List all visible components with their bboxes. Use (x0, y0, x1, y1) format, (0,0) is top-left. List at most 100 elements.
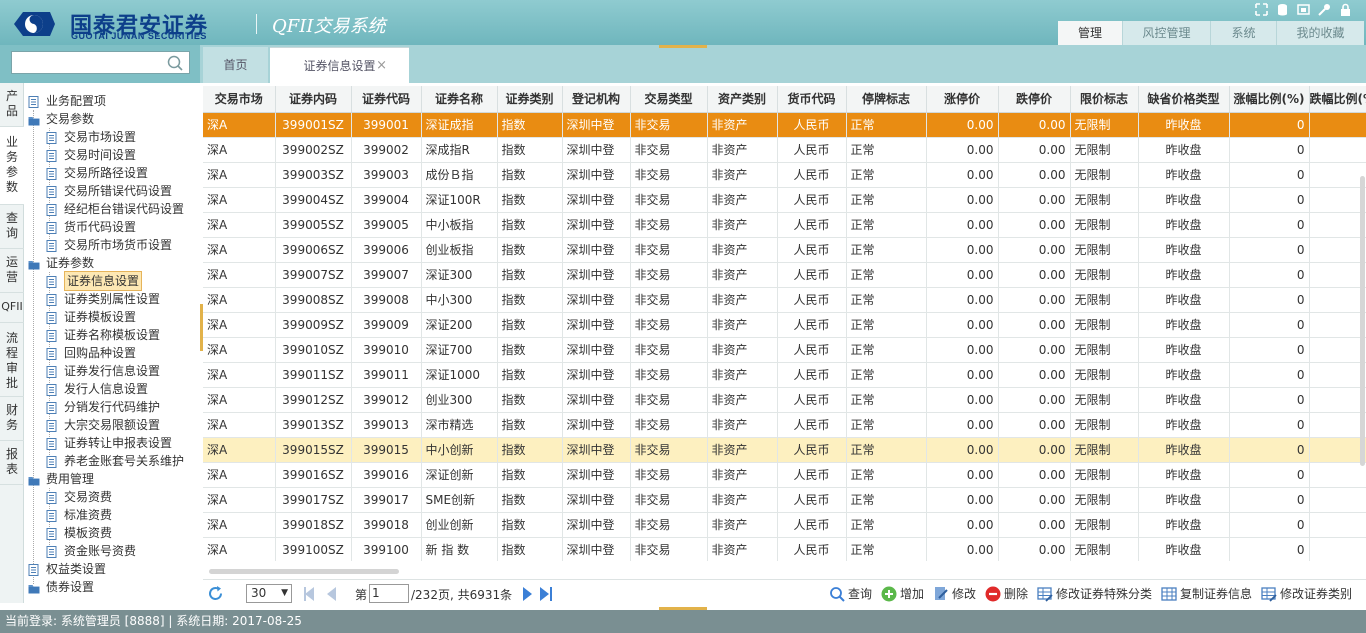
table-row[interactable]: 深A 399005SZ 399005 中小板指 指数 深圳中登 非交易 非资产 人民币 正常 0.0… (203, 212, 1366, 238)
rail-item-query[interactable]: 查询 (0, 205, 24, 249)
tree-item-pension-account[interactable]: 养老金账套号关系维护 (46, 452, 184, 470)
column-header[interactable]: 涨幅比例(%) (1229, 86, 1310, 113)
fullscreen-icon[interactable] (1255, 3, 1268, 16)
tree-item-distribution-code[interactable]: 分销发行代码维护 (46, 398, 160, 416)
table-row[interactable]: 深A 399015SZ 399015 中小创新 指数 深圳中登 非交易 非资产 人民币 正常 0.0… (203, 437, 1366, 463)
tree-item-transfer-report[interactable]: 证券转让申报表设置 (46, 434, 172, 452)
tree-folder-trade-params[interactable]: 交易参数 (28, 110, 94, 128)
tree-folder-fee[interactable]: 费用管理 (28, 470, 94, 488)
first-page-icon[interactable] (305, 587, 314, 601)
column-header[interactable]: 证券名称 (421, 86, 498, 113)
top-nav-favorites[interactable]: 我的收藏 (1276, 21, 1364, 45)
tree-item-trade-time[interactable]: 交易时间设置 (46, 146, 136, 164)
edit-security-type-button[interactable]: 修改证券类别 (1261, 585, 1352, 602)
tree-item-trade-fee[interactable]: 交易资费 (46, 488, 112, 506)
column-header[interactable]: 证券内码 (275, 86, 352, 113)
table-row[interactable]: 深A 399008SZ 399008 中小300 指数 深圳中登 非交易 非资产 人民币 正常 0.… (203, 287, 1366, 313)
add-button[interactable]: 增加 (881, 585, 924, 602)
rail-item-operations[interactable]: 运营 (0, 249, 24, 293)
tree-folder-security-params[interactable]: 证券参数 (28, 254, 94, 272)
column-header[interactable]: 证券代码 (351, 86, 422, 113)
table-row[interactable]: 深A 399004SZ 399004 深证100R 指数 深圳中登 非交易 非资产 人民币 正常 0… (203, 187, 1366, 213)
edit-special-category-button[interactable]: 修改证券特殊分类 (1037, 585, 1152, 602)
tree-item-market-currency[interactable]: 交易所市场货币设置 (46, 236, 172, 254)
tree-item-account-fee[interactable]: 资金账号资费 (46, 542, 136, 560)
tree-item-market[interactable]: 交易市场设置 (46, 128, 136, 146)
query-button[interactable]: 查询 (829, 585, 872, 602)
tree-item-block-limit[interactable]: 大宗交易限额设置 (46, 416, 160, 434)
search-icon[interactable] (167, 55, 183, 71)
table-row[interactable]: 深A 399006SZ 399006 创业板指 指数 深圳中登 非交易 非资产 人民币 正常 0.0… (203, 237, 1366, 263)
table-row[interactable]: 深A 399007SZ 399007 深证300 指数 深圳中登 非交易 非资产 人民币 正常 0.… (203, 262, 1366, 288)
page-number-input[interactable]: 1 (369, 584, 409, 603)
next-page-icon[interactable] (523, 587, 532, 601)
tree-item-issuer[interactable]: 发行人信息设置 (46, 380, 148, 398)
column-header[interactable]: 缺省价格类型 (1138, 86, 1230, 113)
table-row[interactable]: 深A 399100SZ 399100 新 指 数指数 深圳中登 非交易 非资产 人民币 正常 0.… (203, 537, 1366, 561)
tree-item-broker-error[interactable]: 经纪柜台错误代码设置 (46, 200, 184, 218)
vertical-scroll-thumb[interactable] (1360, 176, 1365, 466)
tree-item-security-info[interactable]: 证券信息设置 (46, 271, 143, 291)
table-row[interactable]: 深A 399009SZ 399009 深证200 指数 深圳中登 非交易 非资产 人民币 正常 0.… (203, 312, 1366, 338)
lock-icon[interactable] (1339, 3, 1352, 16)
tree-item-template-fee[interactable]: 模板资费 (46, 524, 112, 542)
table-row[interactable]: 深A 399011SZ 399011 深证1000 指数 深圳中登 非交易 非资产 人民币 正常 0… (203, 362, 1366, 388)
table-row[interactable]: 深A 399010SZ 399010 深证700 指数 深圳中登 非交易 非资产 人民币 正常 0.… (203, 337, 1366, 363)
column-header[interactable]: 登记机构 (562, 86, 631, 113)
database-icon[interactable] (1276, 3, 1289, 16)
tab-home[interactable]: 首页 (203, 47, 268, 83)
table-row[interactable]: 深A 399001SZ 399001 深证成指 指数 深圳中登 非交易 非资产 人民币 正常 0.0… (203, 112, 1366, 138)
column-header[interactable]: 限价标志 (1070, 86, 1139, 113)
rail-item-product[interactable]: 产品 (0, 83, 24, 127)
horizontal-scrollbar[interactable] (203, 567, 1366, 575)
last-page-icon[interactable] (540, 587, 549, 601)
menu-search-input[interactable] (11, 51, 190, 74)
edit-button[interactable]: 修改 (933, 585, 976, 602)
tree-item-security-type-attr[interactable]: 证券类别属性设置 (46, 290, 160, 308)
tree-item-name-template[interactable]: 证券名称模板设置 (46, 326, 160, 344)
window-icon[interactable] (1297, 3, 1310, 16)
prev-page-icon[interactable] (327, 587, 336, 601)
tree-item-security-template[interactable]: 证券模板设置 (46, 308, 136, 326)
tree-item-exchange-error[interactable]: 交易所错误代码设置 (46, 182, 172, 200)
table-row[interactable]: 深A 399017SZ 399017 SME创新 指数 深圳中登 非交易 非资产 人民币 正常 0.… (203, 487, 1366, 513)
table-row[interactable]: 深A 399012SZ 399012 创业300 指数 深圳中登 非交易 非资产 人民币 正常 0.… (203, 387, 1366, 413)
rail-item-qfii[interactable]: QFII (0, 293, 24, 323)
rail-item-finance[interactable]: 财务 (0, 397, 24, 441)
key-icon[interactable] (1318, 3, 1331, 16)
rail-item-business-params[interactable]: 业务参数 (0, 127, 24, 205)
tree-item-exchange-path[interactable]: 交易所路径设置 (46, 164, 148, 182)
tree-item-business-config[interactable]: 业务配置项 (28, 92, 106, 110)
top-nav-manage[interactable]: 管理 (1058, 21, 1122, 45)
column-header[interactable]: 跌停价 (998, 86, 1071, 113)
delete-button[interactable]: 删除 (985, 585, 1028, 602)
page-size-select[interactable]: 30 (246, 584, 292, 603)
tree-folder-bond[interactable]: 债券设置 (28, 578, 94, 596)
horizontal-scroll-thumb[interactable] (209, 569, 399, 574)
column-header[interactable]: 交易类型 (630, 86, 708, 113)
tree-item-repo[interactable]: 回购品种设置 (46, 344, 136, 362)
tree-item-equity[interactable]: 权益类设置 (28, 560, 106, 578)
tree-item-currency[interactable]: 货币代码设置 (46, 218, 136, 236)
rail-item-reports[interactable]: 报表 (0, 441, 24, 485)
table-row[interactable]: 深A 399013SZ 399013 深市精选 指数 深圳中登 非交易 非资产 人民币 正常 0.0… (203, 412, 1366, 438)
copy-security-button[interactable]: 复制证券信息 (1161, 585, 1252, 602)
column-header[interactable]: 证券类别 (497, 86, 563, 113)
column-header[interactable]: 货币代码 (777, 86, 847, 113)
table-row[interactable]: 深A 399018SZ 399018 创业创新 指数 深圳中登 非交易 非资产 人民币 正常 0.0… (203, 512, 1366, 538)
tree-item-standard-fee[interactable]: 标准资费 (46, 506, 112, 524)
column-header[interactable]: 资产类别 (707, 86, 778, 113)
rail-item-approval[interactable]: 流程审批 (0, 323, 24, 397)
top-nav-system[interactable]: 系统 (1210, 21, 1276, 45)
column-header[interactable]: 停牌标志 (846, 86, 927, 113)
table-row[interactable]: 深A 399016SZ 399016 深证创新 指数 深圳中登 非交易 非资产 人民币 正常 0.0… (203, 462, 1366, 488)
refresh-icon[interactable] (207, 585, 224, 602)
tree-item-issue-info[interactable]: 证券发行信息设置 (46, 362, 160, 380)
column-header[interactable]: 交易市场 (203, 86, 276, 113)
table-row[interactable]: 深A 399002SZ 399002 深成指R 指数 深圳中登 非交易 非资产 人民币 正常 0.0… (203, 137, 1366, 163)
top-nav-risk[interactable]: 风控管理 (1122, 21, 1210, 45)
column-header[interactable]: 涨停价 (926, 86, 999, 113)
table-row[interactable]: 深A 399003SZ 399003 成份Ｂ指 指数 深圳中登 非交易 非资产 人民币 正常 0.0… (203, 162, 1366, 188)
tab-security-info[interactable]: 证券信息设置 × (270, 47, 409, 83)
close-icon[interactable]: × (376, 48, 387, 84)
